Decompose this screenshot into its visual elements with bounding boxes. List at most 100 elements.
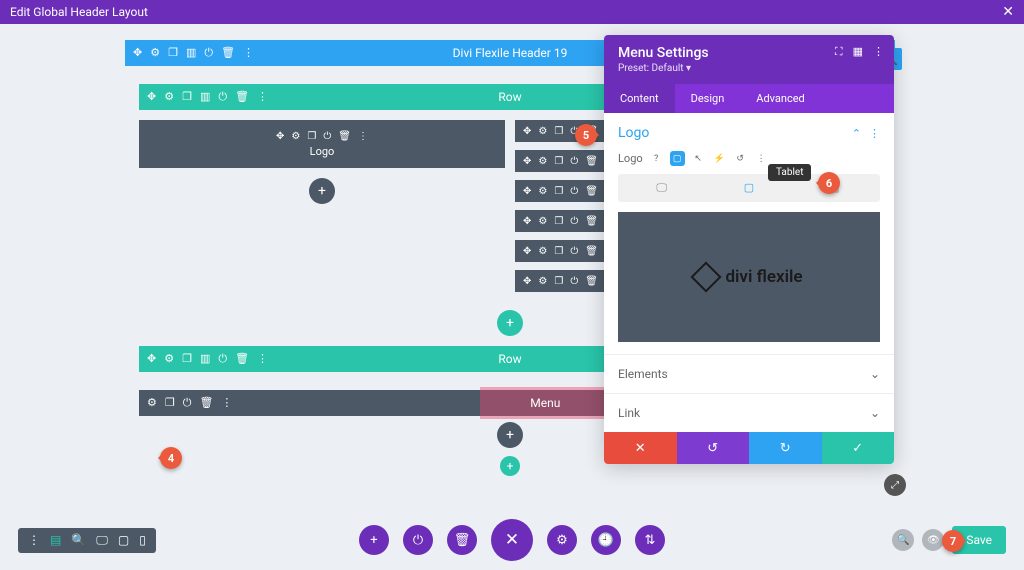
bottom-center-tools: + ⏻ 🗑 ✕ ⚙ 🕘 ⇅ <box>359 519 665 561</box>
gear-icon[interactable]: ⚙ <box>150 46 160 60</box>
add-button[interactable]: + <box>359 525 389 555</box>
panel-header: Menu Settings Preset: Default ▾ ⛶ ▦ ⋮ <box>604 35 894 84</box>
chevron-down-icon: ⌄ <box>870 367 880 381</box>
save-icon[interactable]: ⏻ <box>218 90 227 104</box>
logo-field-row: Logo ? ▢ ↖ ⚡ ↺ ⋮ <box>618 151 880 166</box>
columns-icon[interactable]: ▥ <box>200 352 210 366</box>
brand-text: divi flexile <box>725 267 802 287</box>
callout-5: 5 <box>575 124 597 146</box>
window-title: Edit Global Header Layout <box>10 5 148 19</box>
preview-brand: divi flexile <box>695 266 802 288</box>
module-label: Logo <box>310 145 335 158</box>
responsive-icon[interactable]: ▢ <box>670 151 685 166</box>
group-label: Logo <box>618 125 649 141</box>
duplicate-icon[interactable]: ❐ <box>165 396 175 410</box>
dots-icon[interactable]: ⋮ <box>243 46 254 60</box>
logo-module[interactable]: ✥ ⚙ ❐ ⏻ 🗑 ⋮ Logo <box>139 120 505 168</box>
trash-icon[interactable]: 🗑 <box>199 396 213 410</box>
cancel-button[interactable]: ✕ <box>604 432 677 464</box>
duplicate-icon[interactable]: ❐ <box>307 131 316 142</box>
panel-header-icons: ⛶ ▦ ⋮ <box>835 45 884 59</box>
columns-icon[interactable]: ▥ <box>186 46 196 60</box>
panel-preset[interactable]: Preset: Default ▾ <box>618 63 880 74</box>
accordion-label: Elements <box>618 367 668 381</box>
trash-icon[interactable]: 🗑 <box>338 131 351 142</box>
chevron-up-icon[interactable]: ⌃ <box>852 127 861 140</box>
gear-icon[interactable]: ⚙ <box>164 352 174 366</box>
trash-icon[interactable]: 🗑 <box>221 46 235 60</box>
duplicate-icon[interactable]: ❐ <box>182 352 192 366</box>
search-button[interactable]: 🔍 <box>892 529 914 551</box>
add-module-button[interactable]: + <box>309 178 335 204</box>
undo-button[interactable]: ↺ <box>677 432 750 464</box>
desktop-icon[interactable]: 🖵 <box>96 533 108 548</box>
dots-icon[interactable]: ⋮ <box>28 533 40 547</box>
resize-handle-icon[interactable]: ⤢ <box>884 474 906 496</box>
group-logo[interactable]: Logo ⌃ ⋮ <box>618 125 880 141</box>
dots-icon[interactable]: ⋮ <box>754 151 769 166</box>
dots-icon[interactable]: ⋮ <box>257 352 268 366</box>
chevron-down-icon: ⌄ <box>870 406 880 420</box>
dots-icon[interactable]: ⋮ <box>869 127 880 140</box>
gear-icon[interactable]: ⚙ <box>147 396 157 410</box>
expand-icon[interactable]: ⛶ <box>835 45 843 59</box>
dots-icon[interactable]: ⋮ <box>257 90 268 104</box>
reset-icon[interactable]: ↺ <box>733 151 748 166</box>
tab-design[interactable]: Design <box>675 84 741 113</box>
tablet-icon[interactable]: ▢ <box>118 533 129 547</box>
close-builder-button[interactable]: ✕ <box>491 519 533 561</box>
save-icon[interactable]: ⏻ <box>183 396 192 410</box>
settings-panel: Menu Settings Preset: Default ▾ ⛶ ▦ ⋮ Co… <box>604 35 894 464</box>
gear-icon[interactable]: ⚙ <box>164 90 174 104</box>
zoom-icon[interactable]: 🔍 <box>71 533 86 547</box>
group-controls: ⌃ ⋮ <box>852 127 880 140</box>
duplicate-icon[interactable]: ❐ <box>168 46 178 60</box>
confirm-button[interactable]: ✓ <box>822 432 895 464</box>
logo-preview[interactable]: divi flexile <box>618 212 880 342</box>
add-module-button[interactable]: + <box>497 422 523 448</box>
menu-label: Menu <box>530 396 560 410</box>
dots-icon[interactable]: ⋮ <box>358 131 368 142</box>
move-icon[interactable]: ✥ <box>147 90 156 104</box>
sort-button[interactable]: ⇅ <box>635 525 665 555</box>
panel-footer: ✕ ↺ ↻ ✓ <box>604 432 894 464</box>
save-icon[interactable]: ⏻ <box>204 46 213 60</box>
trash-button[interactable]: 🗑 <box>447 525 477 555</box>
dots-icon[interactable]: ⋮ <box>221 396 232 410</box>
panel-body: Logo ⌃ ⋮ Logo ? ▢ ↖ ⚡ ↺ ⋮ 🖵 ▢ ▯ divi fle… <box>604 113 894 354</box>
history-button[interactable]: 🕘 <box>591 525 621 555</box>
power-button[interactable]: ⏻ <box>403 525 433 555</box>
callout-7: 7 <box>942 530 964 552</box>
move-icon[interactable]: ✥ <box>133 46 142 60</box>
bottom-bar: ⋮ ▤ 🔍 🖵 ▢ ▯ + ⏻ 🗑 ✕ ⚙ 🕘 ⇅ 🔍 👁 Save <box>0 520 1024 560</box>
row-label: Row <box>498 352 521 366</box>
save-icon[interactable]: ⏻ <box>218 352 227 366</box>
gear-icon[interactable]: ⚙ <box>291 131 300 142</box>
tab-content[interactable]: Content <box>604 84 675 113</box>
accordion-elements[interactable]: Elements ⌄ <box>604 354 894 393</box>
settings-button[interactable]: ⚙ <box>547 525 577 555</box>
add-row-button[interactable]: + <box>500 456 520 476</box>
dots-icon[interactable]: ⋮ <box>873 45 884 59</box>
move-icon[interactable]: ✥ <box>147 352 156 366</box>
close-icon[interactable]: ✕ <box>1002 4 1014 20</box>
trash-icon[interactable]: 🗑 <box>235 352 249 366</box>
hover-icon[interactable]: ↖ <box>691 151 706 166</box>
save-icon[interactable]: ⏻ <box>323 131 331 142</box>
tab-advanced[interactable]: Advanced <box>740 84 820 113</box>
device-desktop[interactable]: 🖵 <box>618 174 705 202</box>
columns-icon[interactable]: ▥ <box>200 90 210 104</box>
dynamic-icon[interactable]: ⚡ <box>712 151 727 166</box>
grid-icon[interactable]: ▦ <box>853 45 863 59</box>
add-row-button[interactable]: + <box>497 310 523 336</box>
column-left: ✥ ⚙ ❐ ⏻ 🗑 ⋮ Logo + <box>139 120 505 300</box>
window-title-bar: Edit Global Header Layout ✕ <box>0 0 1024 24</box>
redo-button[interactable]: ↻ <box>749 432 822 464</box>
duplicate-icon[interactable]: ❐ <box>182 90 192 104</box>
help-icon[interactable]: ? <box>649 151 664 166</box>
trash-icon[interactable]: 🗑 <box>235 90 249 104</box>
wireframe-icon[interactable]: ▤ <box>50 533 61 547</box>
move-icon[interactable]: ✥ <box>276 131 284 142</box>
phone-icon[interactable]: ▯ <box>139 533 146 547</box>
accordion-link[interactable]: Link ⌄ <box>604 393 894 432</box>
